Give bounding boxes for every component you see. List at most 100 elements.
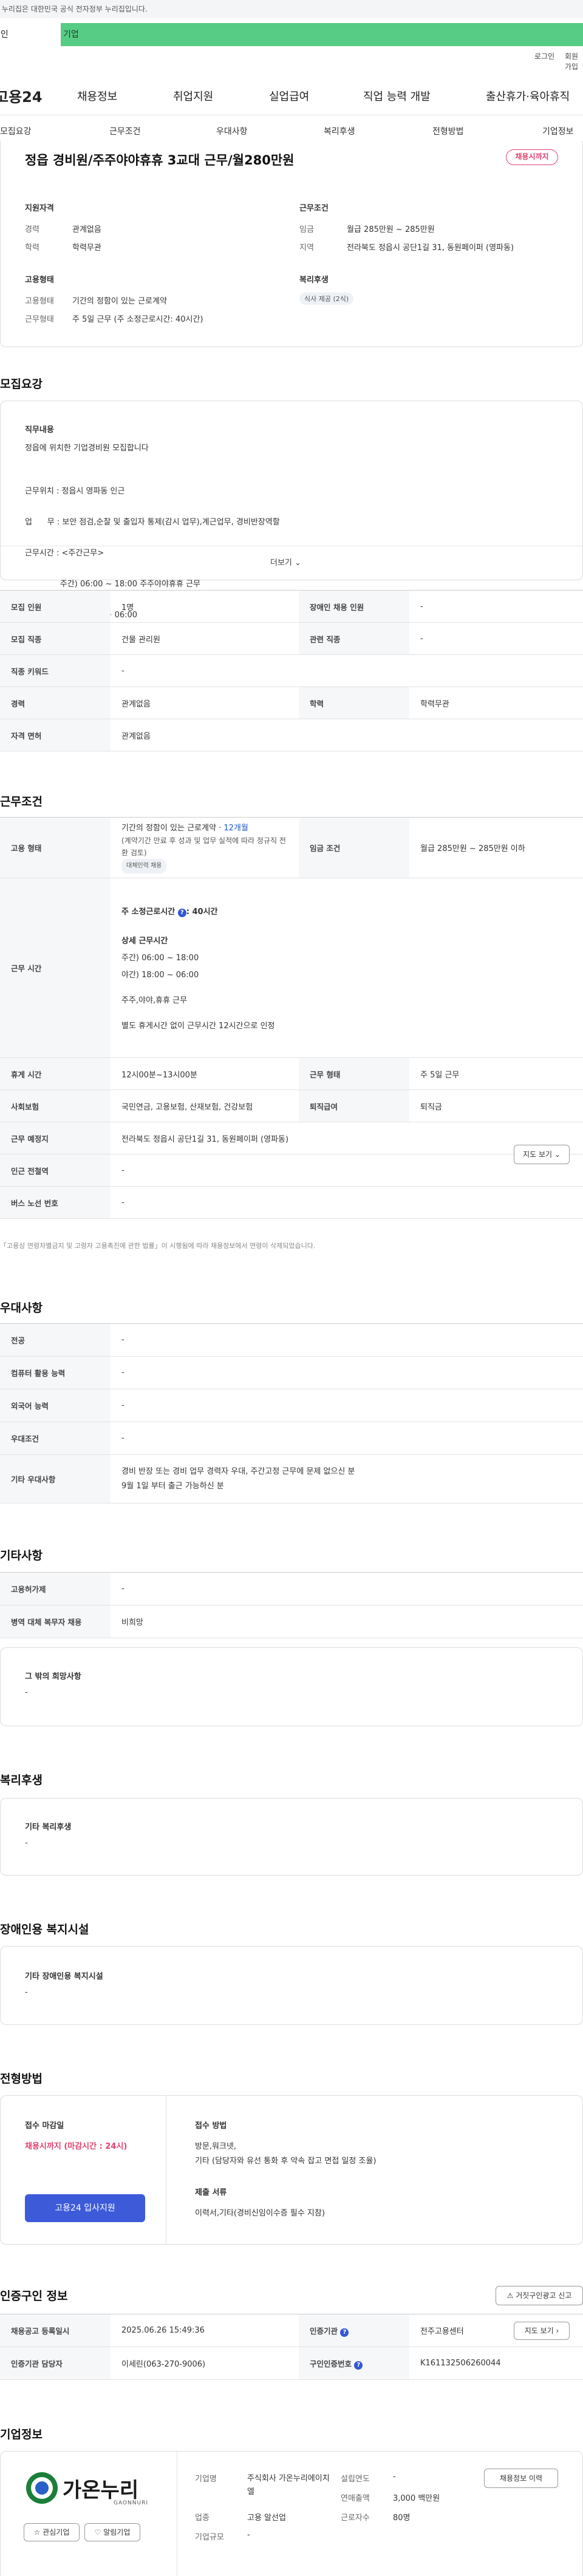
bell-icon: ♡ <box>94 2528 101 2537</box>
career-value: 관계없음 <box>72 225 101 234</box>
anchor-work[interactable]: 근무조건 <box>109 125 141 137</box>
anchor-selection[interactable]: 전형방법 <box>432 125 464 137</box>
gov-notice-bar: 이 누리집은 대한민국 공식 전자정부 누리집입니다. <box>0 0 583 18</box>
scale-label: 기업규모 <box>195 2533 224 2542</box>
emp-value: 기간의 정함이 있는 근로계약 <box>72 297 167 306</box>
qual-title: 지원자격 <box>25 204 54 213</box>
chevron-down-icon: ⌄ <box>295 558 301 568</box>
founded-label: 설립연도 <box>341 2475 370 2484</box>
agency-map-button[interactable]: 지도 보기 › <box>514 2322 570 2340</box>
welfare-etc-title: 기타 복리후생 <box>25 1823 72 1832</box>
pref-heading: 우대사항 <box>0 1301 43 1315</box>
deadline-title: 접수 마감일 <box>25 2121 64 2130</box>
deadline-value: 채용시까지 (마감시간 : 24시) <box>25 2142 128 2151</box>
job-history-button[interactable]: 채용정보 이력 <box>484 2469 558 2488</box>
nav-item-jobs[interactable]: 채용정보 <box>77 88 117 104</box>
chevron-right-icon: › <box>556 2327 559 2335</box>
deadline-status-badge: 채용시까지 <box>506 149 558 165</box>
table-row: 직종 키워드 - <box>0 654 583 687</box>
nav-item-employment-support[interactable]: 취업지원 <box>173 88 213 104</box>
duty-card: 직무내용 정읍에 위치한 기업경비원 모집합니다 근무위치 : 정읍시 영파동 … <box>0 401 583 651</box>
anchor-pref[interactable]: 우대사항 <box>216 125 248 137</box>
nav-item-unemployment-benefit[interactable]: 실업급여 <box>269 88 309 104</box>
welfare-heading: 복리후생 <box>0 1774 43 1787</box>
info-icon[interactable]: ? <box>177 908 186 917</box>
edu-label: 학력 <box>25 243 39 253</box>
emp-title: 고용형태 <box>25 276 54 285</box>
site-logo[interactable]: 고용24 <box>0 85 43 106</box>
table-row: 근무 시간 주 소정근로시간 ?: 40시간 상세 근무시간 주간) 06:00… <box>0 878 583 1058</box>
disab-title: 기타 장애인용 복지시설 <box>25 1972 103 1981</box>
global-nav: 고용24 채용정보 취업지원 실업급여 직업 능력 개발 출산휴가·육아휴직 <box>0 73 583 115</box>
hope-card: 그 밖의 희망사항 - <box>0 1647 583 1726</box>
table-row: 사회보험 국민연금, 고용보험, 산재보험, 건강보험 퇴직급여 퇴직금 <box>0 1090 583 1122</box>
substitute-badge: 대체인력 채용 <box>121 858 167 873</box>
cond-title: 근무조건 <box>299 204 329 213</box>
offer-heading: 인증구인 정보 <box>0 2290 68 2303</box>
info-icon[interactable]: ? <box>354 2361 363 2370</box>
nav-item-job-training[interactable]: 직업 능력 개발 <box>363 88 431 104</box>
table-row: 외국어 능력 - <box>0 1389 583 1422</box>
selection-heading: 전형방법 <box>0 2072 43 2086</box>
table-row: 기타 우대사항 경비 반장 또는 경비 업무 경력자 우대, 주간고정 근무에 문… <box>0 1454 583 1503</box>
star-icon: ☆ <box>33 2528 41 2537</box>
welfare-card: 기타 복리후생 - <box>0 1798 583 1876</box>
anchor-welfare[interactable]: 복리후생 <box>324 125 355 137</box>
job-title: 정읍 경비원/주주야야휴휴 3교대 근무/월280만원 <box>25 153 295 168</box>
method-title: 접수 방법 <box>195 2121 227 2130</box>
nav-item-parental-leave[interactable]: 출산휴가·육아휴직 <box>486 88 570 104</box>
sales-label: 연매출액 <box>341 2494 370 2503</box>
info-icon[interactable]: ? <box>340 2328 349 2337</box>
join-link[interactable]: 회원가입 <box>565 51 583 72</box>
duty-intro: 정읍에 위치한 기업경비원 모집합니다 <box>25 444 149 453</box>
work-heading: 근무조건 <box>0 795 43 808</box>
anchor-company[interactable]: 기업정보 <box>542 125 574 137</box>
contract-months-link[interactable]: 12개월 <box>223 824 248 833</box>
report-icon: ⚠ <box>506 2291 514 2300</box>
company-logo-text: 가온누리 <box>63 2478 139 2503</box>
map-view-button[interactable]: 지도 보기 ⌄ <box>514 1145 570 1164</box>
company-card: 가온누리 GAONNURI ☆ 관심기업 ♡ 알림기업 기업명 주식회사 가온누… <box>0 2451 583 2576</box>
company-logo-icon <box>26 2472 58 2504</box>
report-fake-ad-button[interactable]: ⚠ 거짓구인광고 신고 <box>496 2286 583 2305</box>
recruit-table: 모집 인원 1명 장애인 채용 인원 - 모집 직종 건물 관리원 관련 직종 - 직종… <box>0 590 583 751</box>
login-link[interactable]: 로그인 <box>534 51 554 61</box>
industry-label: 업종 <box>195 2513 210 2523</box>
tab-personal[interactable]: 개인 <box>0 23 61 46</box>
hope-title: 그 밖의 희망사항 <box>25 1672 81 1681</box>
hope-value: - <box>25 1688 28 1697</box>
alarm-company-button[interactable]: ♡ 알림기업 <box>84 2523 140 2541</box>
table-row: 버스 노선 번호 - <box>0 1186 583 1219</box>
table-row: 인근 전철역 - <box>0 1154 583 1187</box>
recruit-heading: 모집요강 <box>0 378 43 391</box>
welfare-title: 복리후생 <box>299 276 329 285</box>
table-row: 경력 관계없음 학력 학력무관 <box>0 686 583 719</box>
table-row: 모집 인원 1명 장애인 채용 인원 - <box>0 590 583 623</box>
site-tabs: 개인 기업 <box>0 23 583 46</box>
more-button[interactable]: 더보기 ⌄ <box>270 556 301 568</box>
anchor-recruit[interactable]: 모집요강 <box>0 125 32 137</box>
docs-value: 이력서,기타(경비신임이수증 필수 지참) <box>195 2209 325 2218</box>
table-row: 자격 면허 관계없음 <box>0 719 583 751</box>
industry-value: 고용 알선업 <box>247 2513 286 2523</box>
job-summary-card: 정읍 경비원/주주야야휴휴 3교대 근무/월280만원 채용시까지 지원자격 경… <box>0 141 583 347</box>
pref-table: 전공 - 컴퓨터 활용 능력 - 외국어 능력 - 우대조건 - 기타 우대사항 경비 반… <box>0 1323 583 1503</box>
docs-title: 제출 서류 <box>195 2188 227 2197</box>
work-table: 고용 형태 기간의 정함이 있는 근로계약 · 12개월 (계약기간 만료 후 … <box>0 817 583 1219</box>
etc-heading: 기타사항 <box>0 1549 43 1562</box>
emp-label: 고용형태 <box>25 297 54 306</box>
apply-button[interactable]: 고용24 입사지원 <box>25 2194 145 2222</box>
tab-company[interactable]: 기업 <box>61 23 583 46</box>
table-row: 모집 직종 건물 관리원 관련 직종 - <box>0 622 583 655</box>
table-row: 근무 예정지 전라북도 정읍시 공단1길 31, 동원페이퍼 (영파동) <box>0 1122 583 1154</box>
disab-value: - <box>25 1988 28 1997</box>
method-line2: 기타 (담당자와 유선 통화 후 약속 잡고 면접 일정 조율) <box>195 2157 377 2166</box>
table-row: 휴게 시간 12시00분~13시00분 근무 형태 주 5일 근무 <box>0 1057 583 1090</box>
offer-table: 채용공고 등록일시 2025.06.26 15:49:36 인증기관 ? 전주고용… <box>0 2314 583 2380</box>
pay-value: 월급 285만원 ~ 285만원 <box>347 225 435 234</box>
table-row: 고용허가제 - <box>0 1572 583 1605</box>
favorite-company-button[interactable]: ☆ 관심기업 <box>24 2523 80 2541</box>
company-name-label: 기업명 <box>195 2475 217 2484</box>
table-row: 전공 - <box>0 1323 583 1357</box>
age-footnote: 「고용상 연령차별금지 및 고령자 고용촉진에 관한 법률」이 시행됨에 따라 … <box>0 1242 316 1250</box>
